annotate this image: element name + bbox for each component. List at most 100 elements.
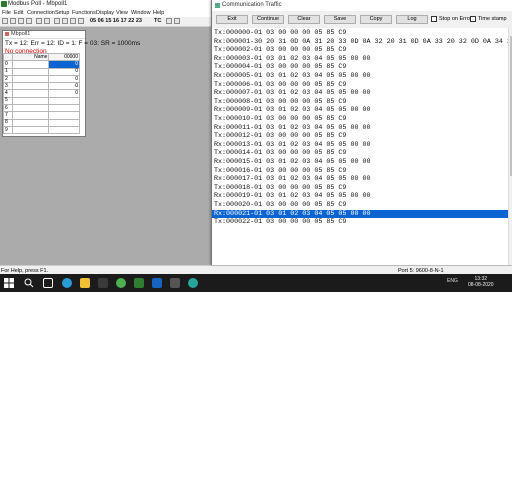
log-line[interactable]: Tx:000002-01 03 00 00 00 05 85 C9 [214, 46, 346, 55]
chrome-secondary-icon[interactable] [188, 278, 198, 288]
row-value[interactable] [48, 118, 80, 127]
poll-window-titlebar[interactable]: Mbpoll1 [3, 31, 85, 39]
save-button[interactable]: Save [324, 15, 356, 24]
windows-start-icon[interactable] [4, 278, 14, 288]
open-folder-icon[interactable] [10, 18, 16, 24]
traffic-button[interactable]: TC [154, 18, 161, 24]
table-row[interactable]: 5 [3, 96, 80, 106]
row-value[interactable]: 0 [48, 60, 80, 69]
log-line[interactable]: Tx:000016-01 03 00 00 00 05 85 C9 [214, 167, 346, 176]
traffic-log-list[interactable]: Tx:000000-01 03 00 00 00 05 85 C9 Rx:0000… [212, 28, 508, 265]
table-row[interactable]: 1 0 [3, 67, 80, 76]
menu-file[interactable]: File [2, 10, 11, 16]
chrome-icon[interactable] [116, 278, 126, 288]
taskbar-clock[interactable]: 13:32 08-08-2020 [468, 276, 494, 288]
table-row[interactable]: 0 0 [3, 60, 80, 69]
log-line[interactable]: Rx:000013-01 03 01 02 03 04 05 05 00 00 [214, 141, 371, 150]
log-line[interactable]: Tx:000020-01 03 00 00 00 05 85 C9 [214, 201, 346, 210]
window-icon[interactable] [54, 18, 60, 24]
help-icon[interactable] [174, 18, 180, 24]
log-line[interactable]: Tx:000010-01 03 00 00 00 05 85 C9 [214, 115, 346, 124]
log-line[interactable]: Tx:000004-01 03 00 00 00 05 85 C9 [214, 63, 346, 72]
save-icon[interactable] [18, 18, 24, 24]
modbus-poll-task-icon[interactable] [134, 278, 144, 288]
about-icon[interactable] [166, 18, 172, 24]
terminal-task-icon[interactable] [170, 278, 180, 288]
log-line[interactable]: Rx:000001-30 20 31 0D 0A 31 20 33 0D 0A … [214, 38, 508, 47]
edge-browser-icon[interactable] [62, 278, 72, 288]
search-icon[interactable] [24, 278, 34, 288]
disconnect-icon[interactable] [44, 18, 50, 24]
connect-icon[interactable] [36, 18, 42, 24]
copy-button[interactable]: Copy [360, 15, 392, 24]
row-value[interactable]: 0 [48, 89, 80, 98]
table-row[interactable]: 8 [3, 118, 80, 127]
file-explorer-icon[interactable] [80, 278, 90, 288]
menu-view[interactable]: View [116, 10, 128, 16]
app-task-icon[interactable] [152, 278, 162, 288]
log-button[interactable]: Log [396, 15, 428, 24]
log-line[interactable]: Tx:000018-01 03 00 00 00 05 85 C9 [214, 184, 346, 193]
log-line[interactable]: Rx:000003-01 03 01 02 03 04 05 05 00 00 [214, 55, 371, 64]
table-row[interactable]: 7 [3, 111, 80, 120]
row-name[interactable] [11, 111, 50, 120]
menu-edit[interactable]: Edit [14, 10, 23, 16]
row-name[interactable] [11, 67, 50, 76]
table-row[interactable]: 2 0 [3, 74, 80, 84]
stop-on-error-checkbox[interactable] [431, 16, 437, 22]
row-value[interactable]: 0 [48, 67, 80, 76]
traffic-scrollbar[interactable] [508, 28, 512, 265]
log-line[interactable]: Tx:000008-01 03 00 00 00 05 85 C9 [214, 98, 346, 107]
menu-display[interactable]: Display [96, 10, 114, 16]
row-value[interactable]: 0 [48, 82, 80, 91]
log-line[interactable]: Rx:000015-01 03 01 02 03 04 05 05 00 00 [214, 158, 371, 167]
log-line[interactable]: Rx:000017-01 03 01 02 03 04 05 05 00 00 [214, 175, 371, 184]
row-name[interactable] [11, 125, 50, 135]
log-line[interactable]: Tx:000012-01 03 00 00 00 05 85 C9 [214, 132, 346, 141]
menu-setup[interactable]: Setup [55, 10, 69, 16]
log-line[interactable]: Tx:000006-01 03 00 00 00 05 85 C9 [214, 81, 346, 90]
log-line[interactable]: Tx:000014-01 03 00 00 00 05 85 C9 [214, 149, 346, 158]
task-view-icon[interactable] [43, 278, 53, 288]
stop-icon[interactable] [70, 18, 76, 24]
row-name[interactable] [11, 118, 50, 127]
row-name[interactable] [11, 89, 50, 98]
menu-functions[interactable]: Functions [72, 10, 96, 16]
continue-button[interactable]: Continue [252, 15, 284, 24]
menu-connection[interactable]: Connection [27, 10, 55, 16]
table-row[interactable]: 6 [3, 104, 80, 113]
table-row[interactable]: 3 0 [3, 82, 80, 91]
row-name[interactable] [11, 74, 50, 84]
row-name[interactable] [11, 60, 50, 69]
read-icon[interactable] [62, 18, 68, 24]
log-line[interactable]: Tx:000000-01 03 00 00 00 05 85 C9 [214, 29, 346, 38]
clear-button[interactable]: Clear [288, 15, 320, 24]
row-value[interactable] [48, 96, 80, 106]
log-line[interactable]: Tx:000022-01 03 00 00 00 05 85 C9 [214, 218, 346, 227]
table-row[interactable]: 4 0 [3, 89, 80, 98]
row-value[interactable] [48, 104, 80, 113]
table-row[interactable]: 9 [3, 125, 80, 135]
function-codes-toolbar[interactable]: 05 06 15 16 17 22 23 [90, 18, 142, 24]
row-value[interactable] [48, 111, 80, 120]
menu-window[interactable]: Window [131, 10, 151, 16]
time-stamp-checkbox[interactable] [470, 16, 476, 22]
log-line[interactable]: Rx:000005-01 03 01 02 03 04 05 05 00 00 [214, 72, 371, 81]
log-line[interactable]: Rx:000009-01 03 01 02 03 04 05 05 00 00 [214, 106, 371, 115]
exit-button[interactable]: Exit [216, 15, 248, 24]
log-line[interactable]: Rx:000019-01 03 01 02 03 04 05 05 00 00 [214, 192, 371, 201]
pause-icon[interactable] [78, 18, 84, 24]
row-name[interactable] [11, 96, 50, 106]
menu-help[interactable]: Help [153, 10, 164, 16]
print-icon[interactable] [26, 18, 32, 24]
row-value[interactable] [48, 125, 80, 135]
log-line[interactable]: Rx:000021-01 03 01 02 03 04 05 05 00 00 [214, 210, 371, 219]
row-name[interactable] [11, 104, 50, 113]
new-file-icon[interactable] [2, 18, 8, 24]
language-indicator[interactable]: ENG [447, 278, 458, 284]
log-line[interactable]: Rx:000011-01 03 01 02 03 04 05 05 00 00 [214, 124, 371, 133]
row-name[interactable] [11, 82, 50, 91]
log-line[interactable]: Rx:000007-01 03 01 02 03 04 05 05 00 00 [214, 89, 371, 98]
row-value[interactable]: 0 [48, 74, 80, 84]
store-icon[interactable] [98, 278, 108, 288]
